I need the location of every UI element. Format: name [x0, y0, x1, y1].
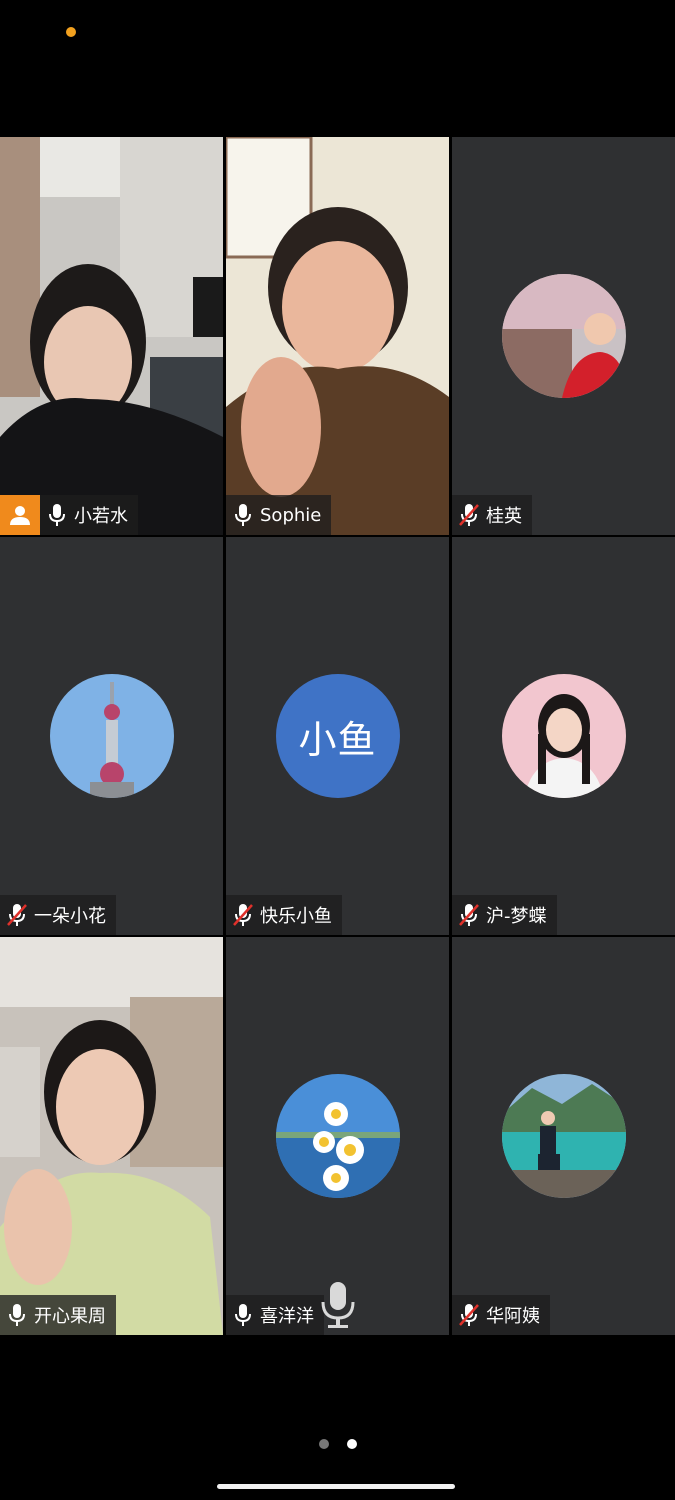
microphone-icon [226, 1295, 260, 1335]
microphone-icon [0, 1295, 34, 1335]
microphone-muted-icon [0, 895, 34, 935]
microphone-muted-icon [452, 495, 486, 535]
microphone-icon [226, 495, 260, 535]
participant-name-tag: 沪-梦蝶 [452, 895, 557, 935]
page-indicator[interactable] [0, 1439, 675, 1449]
participant-name: 喜洋洋 [260, 1306, 314, 1327]
microphone-muted-icon [452, 1295, 486, 1335]
participant-name: 一朵小花 [34, 906, 106, 927]
participant-tile-7[interactable]: 开心果周 [0, 937, 223, 1335]
participant-name-tag: 开心果周 [0, 1295, 116, 1335]
participant-name: 沪-梦蝶 [486, 906, 547, 927]
participant-tile-3[interactable]: 桂英 [452, 137, 675, 535]
participant-avatar-initials: 小鱼 [275, 674, 400, 798]
participant-name-tag: 小若水 [0, 495, 138, 535]
participant-tile-1[interactable]: 小若水 [0, 137, 223, 535]
participant-name: Sophie [260, 504, 322, 526]
participant-name: 华阿姨 [486, 1306, 540, 1327]
home-indicator-bar[interactable] [217, 1484, 455, 1489]
participant-tile-8[interactable]: 喜洋洋 [226, 937, 449, 1335]
participant-grid: 小若水 Sophie 桂英 一朵小花 小鱼 快乐小鱼 沪-梦蝶 开心果周 喜洋洋… [0, 137, 675, 1337]
participant-tile-6[interactable]: 沪-梦蝶 [452, 537, 675, 935]
participant-tile-9[interactable]: 华阿姨 [452, 937, 675, 1335]
participant-name-tag: 快乐小鱼 [226, 895, 342, 935]
participant-video [0, 937, 223, 1335]
participant-name-tag: 喜洋洋 [226, 1295, 324, 1335]
participant-avatar [501, 1074, 626, 1198]
participant-video [0, 137, 223, 535]
page-dot[interactable] [318, 1439, 329, 1449]
participant-tile-2[interactable]: Sophie [226, 137, 449, 535]
participant-name: 快乐小鱼 [260, 906, 332, 927]
person-icon [0, 495, 40, 535]
participant-name: 桂英 [486, 506, 522, 527]
participant-avatar [501, 274, 626, 398]
page-dot-current[interactable] [346, 1439, 357, 1449]
microphone-muted-icon [226, 895, 260, 935]
participant-name: 开心果周 [34, 1306, 106, 1327]
participant-name-tag: 一朵小花 [0, 895, 116, 935]
participant-name-tag: Sophie [226, 495, 332, 535]
participant-name: 小若水 [74, 506, 128, 527]
participant-avatar [501, 674, 626, 798]
participant-video [226, 137, 449, 535]
participant-name-tag: 华阿姨 [452, 1295, 550, 1335]
participant-avatar [49, 674, 174, 798]
floating-microphone-icon[interactable] [318, 1280, 358, 1330]
microphone-icon [40, 495, 74, 535]
status-indicator-dot [66, 27, 76, 37]
participant-tile-4[interactable]: 一朵小花 [0, 537, 223, 935]
participant-name-tag: 桂英 [452, 495, 532, 535]
participant-tile-5[interactable]: 小鱼 快乐小鱼 [226, 537, 449, 935]
participant-avatar [275, 1074, 400, 1198]
microphone-muted-icon [452, 895, 486, 935]
